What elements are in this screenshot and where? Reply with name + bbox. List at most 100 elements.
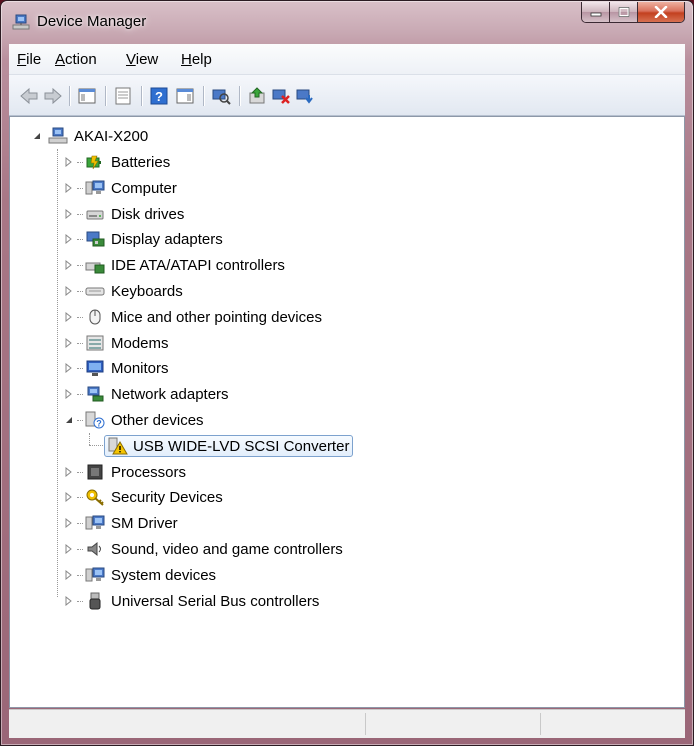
tree-item-ide-ata-atapi-controllers[interactable]: IDE ATA/ATAPI controllers [64,254,285,276]
tree-item-label: Security Devices [111,488,223,506]
close-button[interactable] [638,2,684,22]
tree-guide-line [89,445,103,446]
forward-icon[interactable] [43,87,63,105]
modem-icon [86,335,104,351]
toolbar-separator [141,86,142,106]
tree-item-usb-wide-lvd-scsi-converter[interactable]: USB WIDE-LVD SCSI Converter [104,435,354,457]
warning-device-icon [108,437,128,455]
show-action-pane-icon[interactable] [175,87,195,105]
tree-item-disk-drives[interactable]: Disk drives [64,203,184,225]
expand-arrow-icon[interactable] [64,570,74,580]
expand-arrow-icon[interactable] [64,518,74,528]
status-bar [9,709,685,738]
caption-buttons [581,2,685,23]
minimize-button[interactable] [582,2,610,22]
expand-arrow-icon[interactable] [64,234,74,244]
tree-guide-line [77,290,83,292]
tree-item-security-devices[interactable]: Security Devices [64,486,223,508]
expand-arrow-icon[interactable] [64,467,74,477]
tree-guide-line [77,342,83,344]
help-icon[interactable]: ? [149,87,169,105]
tree-guide-line [77,213,83,215]
expand-arrow-icon[interactable] [64,492,74,502]
toolbar-separator [69,86,70,106]
tree-guide-line [77,393,83,395]
toolbar: ? [9,75,685,116]
uninstall-device-icon[interactable] [295,87,315,105]
tree-item-computer[interactable]: Computer [64,177,177,199]
menu-action[interactable]: Action [55,51,97,68]
tree-guide-line [77,522,83,524]
expand-arrow-icon[interactable] [64,312,74,322]
expand-arrow-icon[interactable] [64,183,74,193]
expand-arrow-icon[interactable] [64,363,74,373]
properties-icon[interactable] [113,87,133,105]
usb-icon [89,592,101,610]
tree-guide-line [57,149,58,597]
tree-item-label: Display adapters [111,230,223,248]
toolbar-separator [105,86,106,106]
menu-file[interactable]: File [17,51,41,68]
tree-item-label: IDE ATA/ATAPI controllers [111,256,285,274]
tree-item-mice-and-other-pointing-devices[interactable]: Mice and other pointing devices [64,306,322,328]
svg-text:?: ? [96,419,102,429]
toolbar-separator [203,86,204,106]
tree-item-keyboards[interactable]: Keyboards [64,280,183,302]
network-adapter-icon [87,386,104,402]
scan-hardware-icon[interactable] [211,87,231,105]
back-icon[interactable] [19,87,39,105]
minimize-icon [590,12,601,17]
tree-item-system-devices[interactable]: System devices [64,564,216,586]
disable-device-icon[interactable] [271,87,291,105]
tree-guide-line [77,600,83,602]
toolbar-separator [239,86,240,106]
expand-arrow-icon[interactable] [64,544,74,554]
collapse-arrow-icon[interactable] [64,415,74,425]
expand-arrow-icon[interactable] [64,157,74,167]
ide-controller-icon [85,262,105,274]
device-manager-icon [12,14,30,30]
menu-help[interactable]: Help [181,51,212,68]
battery-icon [86,155,101,170]
tree-item-label: Sound, video and game controllers [111,540,343,558]
tree-item-label: Universal Serial Bus controllers [111,592,320,610]
tree-item-sm-driver[interactable]: SM Driver [64,512,178,534]
tree-item-processors[interactable]: Processors [64,461,186,483]
status-cell [541,713,681,735]
computer-network-icon [48,127,68,144]
tree-item-network-adapters[interactable]: Network adapters [64,383,229,405]
tree-item-sound-video-and-game-controllers[interactable]: Sound, video and game controllers [64,538,343,560]
update-driver-icon[interactable] [247,87,267,105]
device-tree[interactable]: AKAI-X200 Batteries Computer Disk drives Di… [9,116,685,708]
title-bar[interactable]: Device Manager [1,1,693,41]
tree-item-label: USB WIDE-LVD SCSI Converter [133,437,350,455]
maximize-button[interactable] [610,2,638,22]
collapse-arrow-icon[interactable] [32,131,42,141]
tree-item-label: Keyboards [111,282,183,300]
tree-item-other-devices[interactable]: ? Other devices [64,409,204,431]
expand-arrow-icon[interactable] [64,260,74,270]
tree-item-label: Batteries [111,153,171,171]
keyboard-icon [85,287,105,296]
expand-arrow-icon[interactable] [64,209,74,219]
tree-item-label: Computer [111,179,177,197]
expand-arrow-icon[interactable] [64,286,74,296]
expand-arrow-icon[interactable] [64,389,74,399]
tree-root[interactable]: AKAI-X200 [32,125,148,147]
tree-guide-line [77,161,83,163]
tree-item-display-adapters[interactable]: Display adapters [64,228,223,250]
tree-item-monitors[interactable]: Monitors [64,357,169,379]
tree-guide-line [77,548,83,550]
tree-guide-line [77,496,83,498]
menu-view[interactable]: View [126,51,158,68]
tree-item-universal-serial-bus-controllers[interactable]: Universal Serial Bus controllers [64,590,319,612]
tree-item-batteries[interactable]: Batteries [64,151,170,173]
tree-item-label: Modems [111,334,169,352]
expand-arrow-icon[interactable] [64,596,74,606]
show-hide-console-tree-icon[interactable] [77,87,97,105]
tree-item-modems[interactable]: Modems [64,332,169,354]
device-manager-window: Device Manager File Action View Help ? A… [0,0,694,746]
tree-item-label: Monitors [111,359,169,377]
computer-icon [85,567,105,582]
expand-arrow-icon[interactable] [64,338,74,348]
